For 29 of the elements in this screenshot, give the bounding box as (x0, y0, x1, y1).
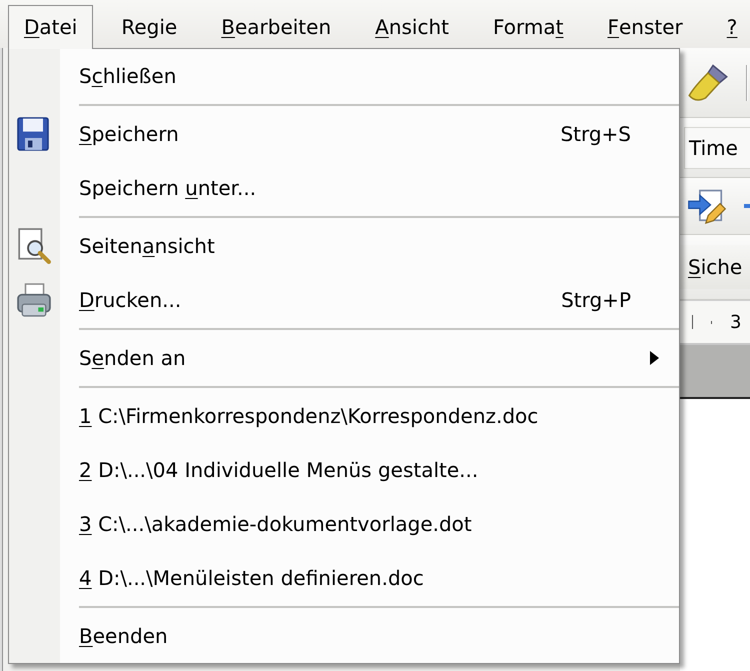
menu-item[interactable]: Speichern unter... (9, 161, 679, 215)
arrow-pencil-icon[interactable] (688, 188, 726, 224)
menu-bar-item[interactable]: Bearbeiten (199, 5, 354, 49)
toolbar-button[interactable]: Siche (680, 245, 750, 289)
paintbrush-icon[interactable] (688, 64, 728, 102)
menu-item[interactable]: 1 C:\Firmenkorrespondenz\Korrespondenz.doc (9, 389, 679, 443)
shortcut-text: Strg+S (560, 122, 631, 146)
menu-bar-item[interactable]: Format (471, 5, 586, 49)
menu-item[interactable]: Beenden (9, 609, 679, 663)
ruler-number: 3 (730, 312, 742, 332)
menu-bar-item[interactable]: ? (704, 5, 750, 49)
menu-bar-item[interactable]: Fenster (585, 5, 705, 49)
menu-item[interactable]: Schließen (9, 49, 679, 103)
font-name-field[interactable]: Time (684, 126, 750, 168)
menu-item[interactable]: Drucken... Strg+P (9, 273, 679, 327)
menu-item[interactable]: Seitenansicht (9, 219, 679, 273)
page-magnifier-icon (17, 228, 51, 264)
printer-icon (17, 283, 51, 317)
menu-bar-item[interactable]: Datei (8, 5, 94, 49)
submenu-arrow-icon (650, 351, 659, 365)
menu-item[interactable]: Speichern Strg+S (9, 107, 679, 161)
menu-bar-item[interactable]: Regie (99, 5, 200, 49)
workspace-background (680, 345, 750, 399)
menu-item[interactable]: Senden an (9, 331, 679, 385)
menu-item[interactable]: 3 C:\...\akademie-dokumentvorlage.dot (9, 497, 679, 551)
shortcut-text: Strg+P (561, 288, 631, 312)
menu-item[interactable]: 4 D:\...\Menüleisten definieren.doc (9, 551, 679, 605)
menu-bar-item[interactable]: Ansicht (353, 5, 471, 49)
menu-item[interactable]: 2 D:\...\04 Individuelle Menüs gestalte... (9, 443, 679, 497)
